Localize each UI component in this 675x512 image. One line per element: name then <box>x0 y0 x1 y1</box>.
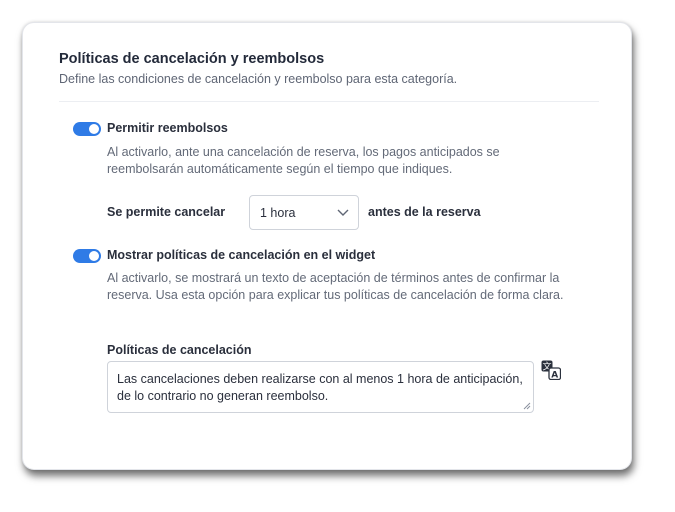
section-subtitle: Define las condiciones de cancelación y … <box>59 72 458 86</box>
refunds-description: Al activarlo, ante una cancelación de re… <box>107 145 500 176</box>
cancellation-policies-card: Políticas de cancelación y reembolsos De… <box>22 22 632 470</box>
cancel-suffix-label: antes de la reserva <box>368 205 481 219</box>
widget-policies-toggle[interactable] <box>73 249 101 263</box>
cancel-prefix-label: Se permite cancelar <box>107 205 226 219</box>
section-divider <box>59 101 599 102</box>
policies-text: Las cancelaciones deben realizarse con a… <box>117 372 523 403</box>
refunds-toggle[interactable] <box>73 122 101 136</box>
chevron-down-icon <box>337 209 349 216</box>
resize-handle-icon[interactable] <box>523 402 531 410</box>
svg-text:A: A <box>551 371 558 381</box>
widget-policies-label: Mostrar políticas de cancelación en el w… <box>107 248 376 262</box>
section-title: Políticas de cancelación y reembolsos <box>59 51 325 67</box>
policies-textarea[interactable]: Las cancelaciones deben realizarse con a… <box>107 361 534 413</box>
policies-field-label: Políticas de cancelación <box>107 343 252 357</box>
refunds-label: Permitir reembolsos <box>107 121 228 135</box>
translate-icon[interactable]: 文 A <box>541 360 561 380</box>
widget-policies-description: Al activarlo, se mostrará un texto de ac… <box>107 271 564 302</box>
cancel-time-value: 1 hora <box>260 206 296 220</box>
cancel-time-select[interactable]: 1 hora <box>249 195 359 230</box>
